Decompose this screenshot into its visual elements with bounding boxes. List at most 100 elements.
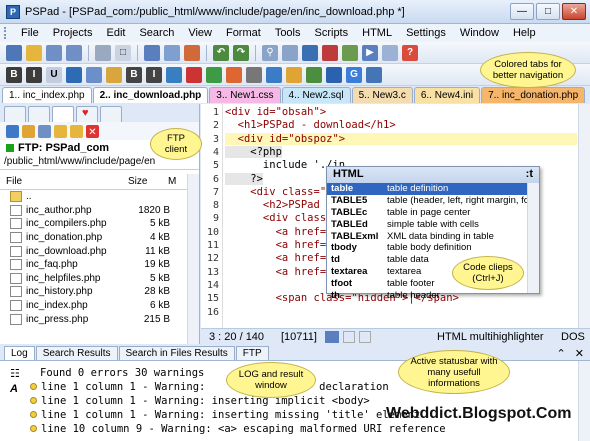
- close-icon[interactable]: ✕: [562, 3, 586, 20]
- clip-item[interactable]: TABLEc table in page center: [327, 207, 539, 219]
- table-icon[interactable]: [206, 66, 222, 83]
- file-row[interactable]: inc_compilers.php 5 kB: [0, 217, 199, 231]
- file-row[interactable]: inc_index.php 6 kB: [0, 299, 199, 313]
- file-row[interactable]: inc_helpfiles.php 5 kB: [0, 272, 199, 286]
- files-tab[interactable]: [28, 106, 50, 122]
- minimize-icon[interactable]: —: [510, 3, 534, 20]
- projects-tab[interactable]: [4, 106, 26, 122]
- image-icon[interactable]: [186, 66, 202, 83]
- clip-item[interactable]: TABLE5 table (header, left, right margin,…: [327, 195, 539, 207]
- file-row[interactable]: inc_download.php 11 kB: [0, 244, 199, 258]
- preview-browser-icon[interactable]: [286, 66, 302, 83]
- file-row[interactable]: inc_press.php 215 B: [0, 312, 199, 326]
- tab-search-results[interactable]: Search Results: [35, 346, 118, 360]
- clip-item[interactable]: th table header: [327, 289, 539, 301]
- status-eol[interactable]: DOS: [561, 331, 585, 343]
- clip-item[interactable]: TABLEd simple table with cells: [327, 218, 539, 230]
- spell-icon[interactable]: [106, 66, 122, 83]
- log-line[interactable]: line 1 column 1 - Warning: inserting imp…: [30, 395, 370, 407]
- favorites-tab[interactable]: ♥: [76, 106, 98, 122]
- log-scrollbar[interactable]: [578, 361, 590, 441]
- log-line[interactable]: line 10 column 9 - Warning: <a> escaping…: [30, 423, 446, 435]
- clip-item[interactable]: TABLExml XML data binding in table: [327, 230, 539, 242]
- run-icon[interactable]: ▶: [362, 44, 378, 61]
- editor-scrollbar[interactable]: [578, 104, 590, 328]
- new-file-icon[interactable]: [6, 44, 22, 61]
- maximize-icon[interactable]: □: [536, 3, 560, 20]
- tab-doc-7[interactable]: 7.. inc_donation.php: [481, 87, 586, 103]
- menu-file[interactable]: File: [14, 27, 46, 39]
- popup-scrollbar[interactable]: [527, 183, 539, 293]
- menu-settings[interactable]: Settings: [399, 27, 453, 39]
- log-line[interactable]: line 1 column 1 - Warning: PE> declarati…: [30, 381, 389, 393]
- undo-icon[interactable]: ↶: [213, 44, 229, 61]
- menu-projects[interactable]: Projects: [46, 27, 100, 39]
- tab-doc-2[interactable]: 2.. inc_download.php: [92, 87, 209, 103]
- goto-icon[interactable]: [302, 44, 318, 61]
- copy-icon[interactable]: [144, 44, 160, 61]
- paragraph-icon[interactable]: [66, 66, 82, 83]
- menu-help[interactable]: Help: [506, 27, 543, 39]
- folder-icon[interactable]: [22, 124, 35, 138]
- panel-collapse-icon[interactable]: ⌃: [557, 348, 566, 360]
- save-all-icon[interactable]: [66, 44, 82, 61]
- tab-doc-3[interactable]: 3.. New1.css: [209, 87, 281, 103]
- search-icon[interactable]: ⚲: [262, 44, 278, 61]
- link-icon[interactable]: [166, 66, 182, 83]
- replace-icon[interactable]: [282, 44, 298, 61]
- cut-icon[interactable]: [184, 44, 200, 61]
- paste-icon[interactable]: [164, 44, 180, 61]
- redo-icon[interactable]: ↷: [233, 44, 249, 61]
- menu-format[interactable]: Format: [219, 27, 268, 39]
- italic-icon[interactable]: I: [26, 66, 42, 83]
- menu-tools[interactable]: Tools: [268, 27, 308, 39]
- home-folder-icon[interactable]: [70, 124, 83, 138]
- menu-search[interactable]: Search: [132, 27, 181, 39]
- file-row[interactable]: ..: [0, 190, 199, 204]
- google-icon[interactable]: G: [346, 66, 362, 83]
- print-icon[interactable]: [95, 44, 111, 61]
- font-icon[interactable]: A: [10, 383, 18, 395]
- file-list-scrollbar[interactable]: [187, 174, 199, 344]
- ftp-tab[interactable]: [52, 106, 74, 122]
- clips-tab[interactable]: [100, 106, 122, 122]
- save-icon[interactable]: [46, 44, 62, 61]
- menu-view[interactable]: View: [181, 27, 219, 39]
- preview-icon[interactable]: □: [115, 44, 131, 61]
- col-m[interactable]: M: [162, 176, 180, 187]
- col-size[interactable]: Size: [122, 176, 162, 187]
- clip-item[interactable]: table table definition: [327, 183, 539, 195]
- tab-log[interactable]: Log: [4, 346, 35, 360]
- compile-icon[interactable]: [342, 44, 358, 61]
- upload-icon[interactable]: [38, 124, 51, 138]
- bold-icon[interactable]: B: [6, 66, 22, 83]
- html-tidy-icon[interactable]: [246, 66, 262, 83]
- help-icon[interactable]: ?: [402, 44, 418, 61]
- file-row[interactable]: inc_history.php 28 kB: [0, 285, 199, 299]
- list-icon[interactable]: [86, 66, 102, 83]
- file-row[interactable]: inc_author.php 1820 B: [0, 204, 199, 218]
- tab-doc-4[interactable]: 4.. New2.sql: [281, 87, 351, 103]
- menu-scripts[interactable]: Scripts: [308, 27, 356, 39]
- italic-tag-icon[interactable]: I: [146, 66, 162, 83]
- log-line[interactable]: line 1 column 1 - Warning: inserting mis…: [30, 409, 420, 421]
- delete-icon[interactable]: ✕: [86, 124, 99, 138]
- menu-html[interactable]: HTML: [355, 27, 399, 39]
- bookmark-icon[interactable]: [322, 44, 338, 61]
- open-folder-icon[interactable]: [26, 44, 42, 61]
- file-row[interactable]: inc_faq.php 19 kB: [0, 258, 199, 272]
- log-icon[interactable]: ☷: [10, 367, 20, 380]
- menu-edit[interactable]: Edit: [99, 27, 132, 39]
- clip-item[interactable]: tbody table body definition: [327, 242, 539, 254]
- tab-search-in-files[interactable]: Search in Files Results: [118, 346, 235, 360]
- bold-tag-icon[interactable]: B: [126, 66, 142, 83]
- panel-close-icon[interactable]: ✕: [575, 348, 584, 360]
- underline-icon[interactable]: U: [46, 66, 62, 83]
- tab-doc-1[interactable]: 1.. inc_index.php: [2, 87, 92, 103]
- connect-icon[interactable]: [6, 124, 19, 138]
- file-row[interactable]: inc_donation.php 4 kB: [0, 231, 199, 245]
- ie-icon[interactable]: [306, 66, 322, 83]
- globe-icon[interactable]: [326, 66, 342, 83]
- settings-icon[interactable]: [382, 44, 398, 61]
- tab-ftp[interactable]: FTP: [235, 346, 269, 360]
